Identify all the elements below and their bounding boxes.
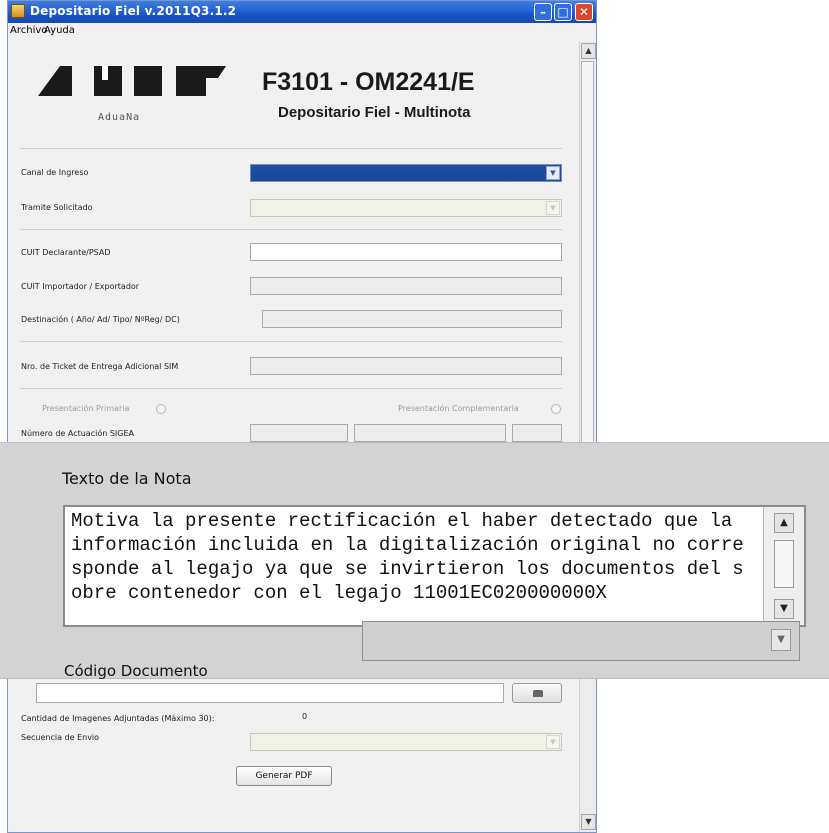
logo-subtext: AduaNa [98,112,141,123]
nota-line: Motiva la presente rectificación el habe… [71,510,733,532]
actuacion-part2-input[interactable] [354,424,506,442]
generar-pdf-button[interactable]: Generar PDF [236,766,332,786]
texto-nota-label: Texto de la Nota [62,469,192,488]
menu-ayuda[interactable]: Ayuda [44,25,75,36]
cuit-importador-input[interactable] [250,277,562,295]
zoomed-note-panel: Texto de la Nota Motiva la presente rect… [0,442,829,680]
nota-text: Motiva la presente rectificación el habe… [71,509,761,605]
scroll-down-icon[interactable]: ▼ [581,814,596,830]
cantidad-imagenes-value: 0 [302,712,308,721]
cantidad-imagenes-label: Cantidad de Imagenes Adjuntadas (Máximo … [21,714,215,723]
numero-actuacion-label: Número de Actuación SIGEA [21,429,134,438]
file-path-input[interactable] [36,683,504,703]
destinacion-label: Destinación ( Año/ Ad/ Tipo/ NºReg/ DC) [21,315,180,324]
divider [20,388,562,389]
menu-bar: Archivo Ayuda [8,23,596,39]
form-code: F3101 - OM2241/E [262,68,475,96]
cuit-declarante-label: CUIT Declarante/PSAD [21,248,111,257]
texto-nota-textarea[interactable]: Motiva la presente rectificación el habe… [63,505,806,627]
presentacion-complementaria-label: Presentación Complementaria [398,404,519,413]
nota-line: sponde al legajo ya que se invirtieron l… [71,558,744,580]
tramite-solicitado-dropdown[interactable]: ▼ [250,199,562,217]
chevron-down-icon[interactable]: ▼ [546,735,560,749]
presentacion-primaria-radio[interactable] [156,404,166,414]
nota-scrollbar[interactable]: ▲ ▼ [763,507,804,625]
attach-icon [533,690,543,697]
nota-line: obre contenedor con el legajo 11001EC020… [71,582,607,604]
destinacion-input[interactable] [262,310,562,328]
chevron-down-icon[interactable]: ▼ [546,201,560,215]
maximize-icon[interactable]: □ [554,3,572,21]
divider [20,148,562,149]
title-bar: Depositario Fiel v.2011Q3.1.2 – □ ✕ [8,1,596,23]
actuacion-part1-input[interactable] [250,424,348,442]
form-name: Depositario Fiel - Multinota [278,104,471,121]
divider [20,229,562,230]
nota-scroll-thumb[interactable] [774,540,794,588]
nota-line: información incluida en la digitalizació… [71,534,744,556]
close-icon[interactable]: ✕ [575,3,593,21]
chevron-down-icon[interactable]: ▼ [771,629,791,651]
nro-ticket-label: Nro. de Ticket de Entrega Adicional SIM [21,362,179,371]
cuit-importador-label: CUIT Importador / Exportador [21,282,140,291]
secuencia-envio-label: Secuencia de Envio [21,733,100,742]
attach-button[interactable] [512,683,562,703]
tramite-solicitado-label: Tramite Solicitado [21,203,93,212]
presentacion-primaria-label: Presentación Primaria [42,404,130,413]
presentacion-complementaria-radio[interactable] [551,404,561,414]
menu-archivo[interactable]: Archivo [10,25,47,36]
codigo-documento-label: Código Documento [64,662,208,680]
scroll-thumb[interactable] [581,61,594,481]
app-icon [11,4,25,18]
nro-ticket-input[interactable] [250,357,562,375]
window-title: Depositario Fiel v.2011Q3.1.2 [30,4,237,18]
scroll-down-icon[interactable]: ▼ [774,599,794,619]
chevron-down-icon[interactable]: ▼ [546,166,560,180]
actuacion-part3-input[interactable] [512,424,562,442]
minimize-icon[interactable]: – [534,3,552,21]
secuencia-envio-dropdown[interactable]: ▼ [250,733,562,751]
scroll-up-icon[interactable]: ▲ [581,43,596,59]
canal-ingreso-dropdown[interactable]: ▼ [250,164,562,182]
codigo-documento-dropdown[interactable]: ▼ [362,621,800,661]
divider [20,341,562,342]
cuit-declarante-input[interactable] [250,243,562,261]
scroll-up-icon[interactable]: ▲ [774,513,794,533]
canal-ingreso-label: Canal de Ingreso [21,168,89,177]
window-scrollbar[interactable]: ▲ ▼ [579,41,596,832]
